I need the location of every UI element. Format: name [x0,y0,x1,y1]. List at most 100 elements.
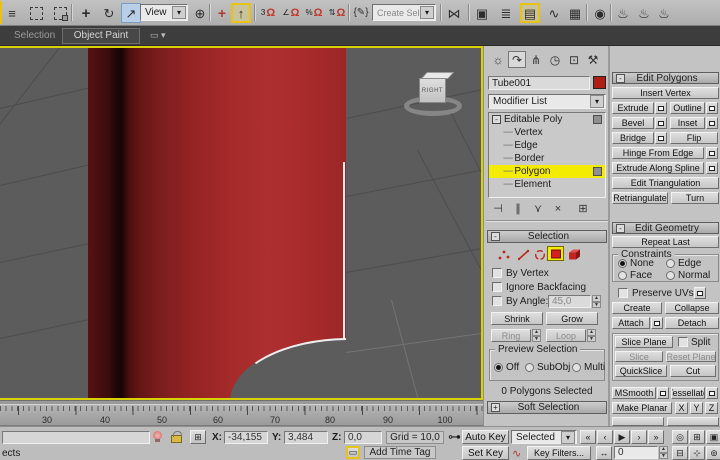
rendered-frame-window-icon[interactable]: ♨ [634,3,654,23]
isolate-selection-icon[interactable] [153,431,162,440]
by-vertex-checkbox[interactable] [492,268,502,278]
stack-item-element[interactable]: ----Element [489,178,605,191]
edit-named-selection-sets-icon[interactable]: {✎} [351,3,371,23]
shrink-button[interactable]: Shrink [491,312,543,325]
set-key-button[interactable]: Set Key [462,446,509,460]
constraint-face-radio[interactable] [618,271,627,280]
msmooth-button[interactable]: MSmooth [612,387,656,399]
pan-icon[interactable]: ⊹ [689,446,705,460]
repeat-last-button[interactable]: Repeat Last [612,236,719,248]
y-coordinate-field[interactable]: 3,484 [284,431,328,444]
ring-spinner[interactable]: ▲▼ [532,329,541,342]
preview-multi-radio[interactable] [572,363,581,372]
ignore-backfacing-checkbox[interactable] [492,282,502,292]
zoom-all-icon[interactable]: ⊞ [689,430,705,444]
current-frame-field[interactable]: 0 [614,446,658,459]
inset-button[interactable]: Inset [670,117,705,129]
previous-frame-icon[interactable]: ‹ [597,430,613,444]
by-angle-field[interactable]: 45,0 [548,295,591,308]
outline-button[interactable]: Outline [670,102,705,114]
angle-snap-icon[interactable]: ∠Ω [281,3,301,23]
zoom-tool-icon[interactable]: ◎ [672,430,688,444]
make-planar-z-button[interactable]: Z [705,402,718,414]
vertex-subobject-icon[interactable] [495,247,512,262]
bevel-settings-icon[interactable] [655,117,667,129]
extrude-settings-icon[interactable] [655,102,667,114]
configure-modifier-sets-icon[interactable]: ⊞ [574,201,592,216]
align-icon[interactable]: ▣ [472,3,492,23]
absolute-mode-icon[interactable]: ⊞ [190,430,206,444]
go-to-start-icon[interactable]: « [580,430,596,444]
extrude-spline-settings-icon[interactable] [706,162,718,174]
subobject-level-icon[interactable] [593,167,602,176]
stack-item-edge[interactable]: ----Edge [489,139,605,152]
quickslice-button[interactable]: QuickSlice [615,365,667,377]
cut-button[interactable]: Cut [670,365,716,377]
create-button[interactable]: Create [612,302,662,314]
element-subobject-icon[interactable] [565,247,582,262]
remove-modifier-icon[interactable]: × [549,201,567,216]
use-pivot-center-icon[interactable]: ⊕ [190,3,210,23]
bevel-button[interactable]: Bevel [612,117,654,129]
frame-spinner[interactable]: ▲▼ [659,446,668,459]
show-end-result-icon[interactable]: ∥ [509,201,527,216]
by-angle-spinner[interactable]: ▲▼ [592,295,601,308]
select-rotate-icon[interactable]: ↻ [99,3,119,23]
flip-button[interactable]: Flip [670,132,718,144]
zoom-extents-icon[interactable]: ▣ [706,430,720,444]
soft-selection-rollout-header[interactable]: + Soft Selection [487,401,607,414]
extrude-button[interactable]: Extrude [612,102,654,114]
collapse-icon[interactable]: - [616,224,625,233]
insert-vertex-button[interactable]: Insert Vertex [612,87,719,99]
split-checkbox[interactable] [678,337,688,347]
window-crossing-icon[interactable] [50,3,70,23]
time-configuration-icon[interactable]: ⊟ [672,446,688,460]
slice-plane-button[interactable]: Slice Plane [615,336,673,348]
preview-subobj-radio[interactable] [525,363,534,372]
outline-settings-icon[interactable] [706,102,718,114]
tab-modify-icon[interactable]: ↷ [508,51,526,68]
viewcube-front-face[interactable]: RIGHT [419,78,446,103]
reference-coordinate-dropdown[interactable]: View ▾ [140,4,188,21]
collapse-button[interactable]: Collapse [665,302,719,314]
constraint-none-radio[interactable] [618,259,627,268]
layer-explorer-icon[interactable]: ▤ [520,3,540,23]
stack-item-editable-poly[interactable]: - Editable Poly [489,113,605,126]
chevron-down-icon[interactable]: ▾ [561,431,575,444]
render-production-icon[interactable]: ♨ [654,3,674,23]
next-frame-icon[interactable]: › [631,430,647,444]
key-filters-button[interactable]: Key Filters... [527,446,591,460]
mini-listener-icon[interactable]: ▭ [346,446,360,459]
spinner-snap-icon[interactable]: ⇅Ω [327,3,347,23]
extrude-along-spline-button[interactable]: Extrude Along Spline [612,162,704,174]
loop-button[interactable]: Loop [546,329,586,342]
select-move-icon[interactable]: + [76,3,96,23]
expand-icon[interactable]: + [491,403,500,412]
reset-plane-button[interactable]: Reset Plane [666,351,716,362]
select-manipulate-icon[interactable]: + [212,3,232,23]
modifier-onoff-icon[interactable] [593,115,602,124]
tab-display-icon[interactable]: ⊡ [565,51,583,68]
named-selection-sets-dropdown[interactable]: Create Selection Se ▾ [372,4,436,21]
tessellate-button[interactable]: Tessellate [671,387,705,399]
percent-snap-icon[interactable]: %Ω [304,3,324,23]
tab-motion-icon[interactable]: ◷ [546,51,564,68]
stack-item-vertex[interactable]: ----Vertex [489,126,605,139]
key-mode-toggle-icon[interactable]: ↔ [596,446,612,460]
z-coordinate-field[interactable]: 0,0 [344,431,382,444]
ribbon-minimize-icon[interactable]: ▭ ▾ [150,30,166,41]
by-angle-checkbox[interactable] [492,296,502,306]
object-name-field[interactable]: Tube001 [488,76,590,90]
keyboard-override-icon[interactable]: ↑ [231,3,251,23]
edit-geometry-rollout-header[interactable]: - Edit Geometry [612,222,719,234]
attach-settings-icon[interactable] [651,317,663,329]
edge-subobject-icon[interactable] [515,247,532,262]
bridge-settings-icon[interactable] [655,132,667,144]
border-subobject-icon[interactable] [531,247,548,262]
selected-set-dropdown[interactable]: Selected ▾ [511,430,577,444]
stack-item-border[interactable]: ----Border [489,152,605,165]
make-unique-icon[interactable]: ⋎ [529,201,547,216]
auto-key-button[interactable]: Auto Key [462,430,509,444]
hinge-from-edge-button[interactable]: Hinge From Edge [612,147,704,159]
make-planar-y-button[interactable]: Y [690,402,703,414]
